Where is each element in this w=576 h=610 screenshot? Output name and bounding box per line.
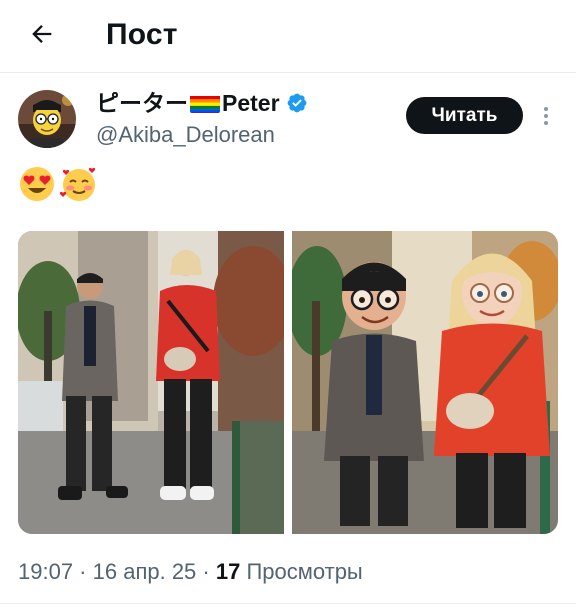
back-button[interactable] <box>22 16 62 52</box>
author-name[interactable]: ピーター Peter <box>96 88 308 118</box>
meta-divider <box>0 603 576 604</box>
rainbow-flag-icon <box>190 93 220 113</box>
meta-separator: · <box>73 559 93 584</box>
author-name-suffix: Peter <box>222 90 280 116</box>
arrow-left-icon <box>32 25 52 43</box>
post-meta: 19:07 · 16 апр. 25 · 17 Просмотры <box>18 557 363 587</box>
media-gap <box>284 231 292 534</box>
media-grid <box>18 231 558 534</box>
more-vertical-icon <box>544 107 548 125</box>
author-name-prefix: ピーター <box>96 90 188 116</box>
header-divider <box>0 72 576 73</box>
top-bar: Пост <box>0 0 576 72</box>
page-title: Пост <box>106 18 178 51</box>
meta-separator: · <box>196 559 216 584</box>
follow-button[interactable]: Читать <box>406 97 523 134</box>
street-photo-image <box>18 231 284 534</box>
avatar[interactable] <box>18 90 76 148</box>
photo-cartoon[interactable] <box>292 231 558 534</box>
verified-badge-icon <box>286 92 308 114</box>
heart-eyes-emoji: 😍 <box>20 167 54 201</box>
smiling-hearts-emoji: 🥰 <box>60 167 96 201</box>
views-count: 17 <box>215 559 241 584</box>
more-options-button[interactable] <box>536 102 556 130</box>
post-text: 😍 🥰 <box>18 165 98 205</box>
photo-street[interactable] <box>18 231 284 534</box>
avatar-image <box>18 90 76 148</box>
post-date[interactable]: 16 апр. 25 <box>93 559 197 584</box>
views-label: Просмотры <box>240 559 363 584</box>
author-handle[interactable]: @Akiba_Delorean <box>96 121 275 149</box>
cartoon-photo-image <box>292 231 558 534</box>
post-time[interactable]: 19:07 <box>18 559 73 584</box>
